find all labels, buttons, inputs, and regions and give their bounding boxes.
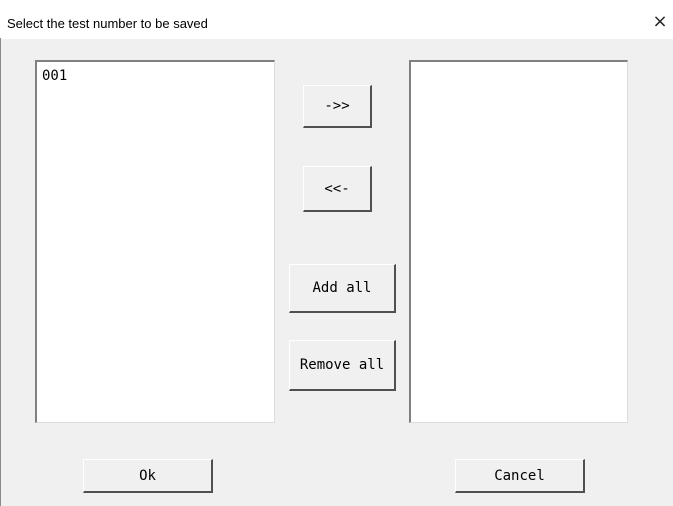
ok-button[interactable]: Ok [83, 459, 213, 493]
remove-selected-button[interactable]: <<- [303, 166, 372, 212]
remove-all-button[interactable]: Remove all [289, 340, 396, 391]
add-all-button[interactable]: Add all [289, 264, 396, 313]
title-bar: Select the test number to be saved × [0, 0, 673, 39]
window-edge [0, 38, 1, 506]
close-icon[interactable]: × [649, 10, 671, 34]
selected-tests-list[interactable] [409, 60, 628, 423]
add-selected-button[interactable]: ->> [303, 85, 372, 128]
cancel-button[interactable]: Cancel [455, 459, 585, 493]
available-tests-list[interactable]: 001 [35, 60, 275, 423]
dialog-title: Select the test number to be saved [7, 16, 208, 31]
list-item[interactable]: 001 [42, 68, 67, 84]
